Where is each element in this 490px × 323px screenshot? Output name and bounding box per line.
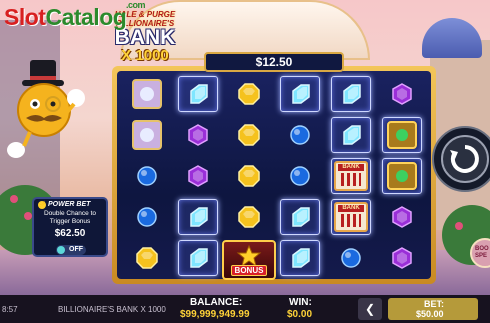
diamond-symbol	[331, 117, 371, 153]
bank-symbol: BANK	[331, 158, 371, 194]
flower-decor	[24, 212, 32, 220]
slotcatalog-watermark: SlotCatalog .com	[4, 0, 146, 31]
toggle-knob	[57, 246, 65, 254]
yellow-gem-symbol	[229, 199, 269, 235]
power-bet-amount: $62.50	[54, 228, 86, 239]
bank-symbol-label: BANK	[338, 164, 364, 171]
reels-grid: BANK BANK BONUS	[122, 74, 428, 280]
money-bag-symbol	[127, 76, 167, 112]
watermark-text-slot: Slot	[4, 4, 46, 30]
balance-value: $99,999,949.99	[180, 309, 250, 320]
yellow-gem-symbol	[229, 158, 269, 194]
purple-gem-symbol	[178, 158, 218, 194]
purple-gem-symbol	[178, 117, 218, 153]
logo-multiplier-text: X 1000	[121, 47, 169, 64]
blue-gem-symbol	[331, 240, 371, 276]
win-label: WIN:	[289, 297, 312, 308]
treasure-chest-symbol	[382, 158, 422, 194]
yellow-gem-symbol	[229, 76, 269, 112]
yellow-gem-symbol	[229, 117, 269, 153]
purple-gem-symbol	[382, 76, 422, 112]
diamond-symbol	[280, 76, 320, 112]
power-bet-toggle[interactable]: OFF	[56, 245, 86, 255]
bet-label: BET:	[424, 299, 444, 309]
bet-value: $50.00	[416, 309, 444, 319]
top-value-plate: $12.50	[204, 52, 344, 72]
flower-decor	[455, 222, 463, 230]
watermark-text-com: .com	[126, 0, 146, 10]
bet-selector[interactable]: BET: $50.00	[388, 298, 478, 320]
diamond-symbol	[178, 76, 218, 112]
power-bet-panel[interactable]: ⚡ POWER BET Double Chance to Trigger Bonu…	[32, 197, 108, 257]
logo-bank-text: BANK	[114, 26, 176, 49]
bet-decrease-button[interactable]: ❮	[358, 298, 382, 320]
bank-symbol: BANK	[331, 199, 371, 235]
blue-gem-symbol	[127, 199, 167, 235]
money-bag-symbol	[127, 117, 167, 153]
background-dome	[422, 18, 482, 58]
bolt-icon: ⚡	[38, 201, 46, 209]
diamond-symbol	[178, 199, 218, 235]
mascot-character	[7, 60, 85, 158]
clock-text: 8:57	[2, 305, 18, 314]
spin-icon	[441, 135, 489, 183]
yellow-gem-symbol	[127, 240, 167, 276]
diamond-symbol	[178, 240, 218, 276]
treasure-chest-symbol	[382, 117, 422, 153]
blue-gem-symbol	[280, 158, 320, 194]
bottom-bar: 8:57 BILLIONAIRE'S BANK X 1000 BALANCE: …	[0, 295, 490, 323]
game-name-text: BILLIONAIRE'S BANK X 1000	[58, 305, 166, 314]
bank-symbol-label: BANK	[338, 205, 364, 212]
bonus-symbol-label: BONUS	[230, 264, 268, 276]
flower-decor	[10, 195, 18, 203]
spin-button[interactable]	[432, 126, 490, 192]
win-value: $0.00	[287, 309, 313, 320]
diamond-symbol	[280, 199, 320, 235]
blue-gem-symbol	[127, 158, 167, 194]
diamond-symbol	[331, 76, 371, 112]
balance-label: BALANCE:	[190, 297, 243, 308]
purple-gem-symbol	[382, 240, 422, 276]
power-bet-title: ⚡ POWER BET	[38, 201, 91, 209]
power-bet-description: Double Chance to Trigger Bonus	[43, 210, 97, 225]
purple-gem-symbol	[382, 199, 422, 235]
toggle-state-label: OFF	[69, 246, 83, 253]
bonus-symbol: BONUS	[222, 240, 276, 280]
blue-gem-symbol	[280, 117, 320, 153]
diamond-symbol	[280, 240, 320, 276]
watermark-text-catalog: Catalog	[45, 4, 127, 30]
